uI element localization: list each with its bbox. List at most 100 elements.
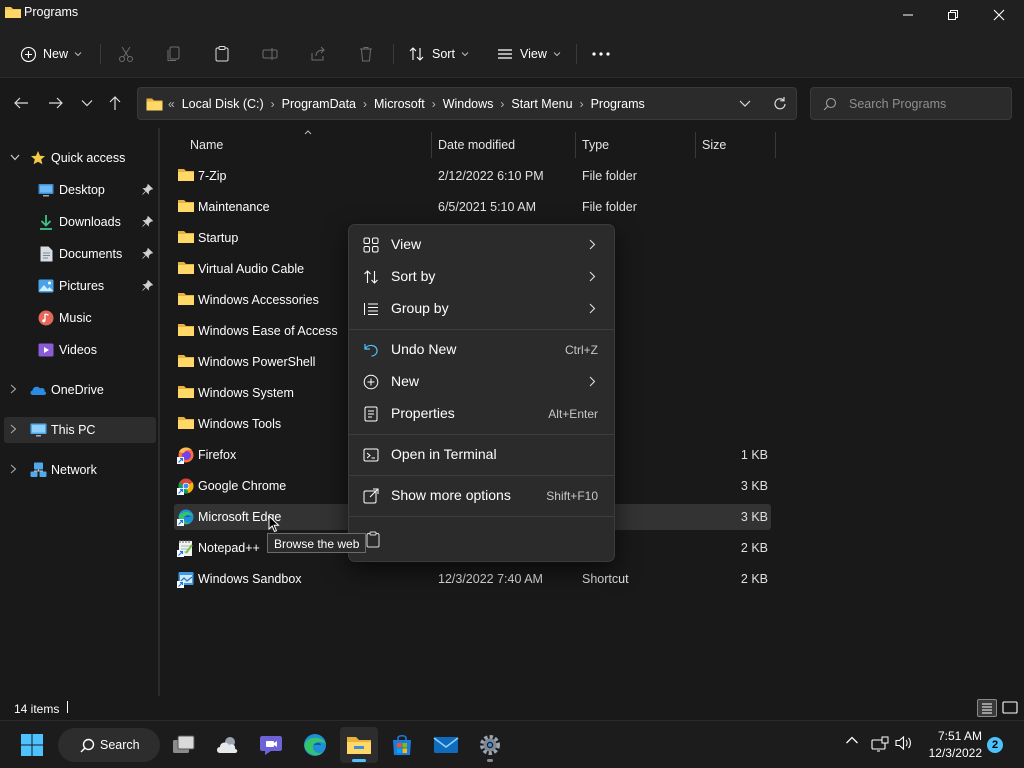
store-taskbar-button[interactable] xyxy=(383,727,421,763)
terminal-icon xyxy=(363,447,379,463)
chevron-right-icon[interactable]: › xyxy=(432,97,436,111)
menu-item-properties[interactable]: Properties Alt+Enter xyxy=(353,399,610,429)
menu-item-label: Sort by xyxy=(391,268,436,284)
sidebar-item-videos[interactable]: Videos xyxy=(4,337,156,363)
file-row[interactable]: Maintenance 6/5/2021 5:10 AM File folder xyxy=(174,194,771,220)
sidebar-item-desktop[interactable]: Desktop xyxy=(4,177,156,203)
file-date: 2/12/2022 6:10 PM xyxy=(438,169,544,183)
sidebar-item-documents[interactable]: Documents xyxy=(4,241,156,267)
chevron-right-icon[interactable] xyxy=(10,464,17,474)
chevron-down-icon[interactable] xyxy=(10,154,20,161)
ellipsis-icon xyxy=(591,51,611,57)
paste-button[interactable] xyxy=(213,38,231,70)
sidebar-item-this-pc[interactable]: This PC xyxy=(4,417,156,443)
back-button[interactable] xyxy=(10,92,32,114)
breadcrumb-item[interactable]: Microsoft xyxy=(374,97,425,111)
refresh-icon[interactable] xyxy=(772,96,788,112)
menu-item-view[interactable]: View xyxy=(353,230,610,260)
clock-date[interactable]: 12/3/2022 xyxy=(912,746,982,760)
file-date: 6/5/2021 5:10 AM xyxy=(438,200,536,214)
chevron-right-icon[interactable]: › xyxy=(363,97,367,111)
details-view-button[interactable] xyxy=(977,699,997,717)
rename-button[interactable] xyxy=(261,38,279,70)
forward-button[interactable] xyxy=(45,92,67,114)
cut-button[interactable] xyxy=(117,38,135,70)
recent-locations-button[interactable] xyxy=(76,92,98,114)
menu-item-show-more-options[interactable]: Show more options Shift+F10 xyxy=(353,481,610,511)
sidebar-item-quick-access[interactable]: Quick access xyxy=(4,145,156,171)
taskbar-search-button[interactable]: Search xyxy=(58,728,160,762)
breadcrumb-item[interactable]: ProgramData xyxy=(282,97,356,111)
menu-item-new[interactable]: New xyxy=(353,367,610,397)
new-button-label: New xyxy=(43,47,69,61)
start-button[interactable] xyxy=(13,727,51,763)
column-header-type[interactable]: Type xyxy=(582,138,609,152)
edge-taskbar-button[interactable] xyxy=(296,727,334,763)
breadcrumb-item[interactable]: Start Menu xyxy=(511,97,572,111)
menu-item-open-in-terminal[interactable]: Open in Terminal xyxy=(353,440,610,470)
menu-item-label: View xyxy=(391,236,422,252)
column-divider[interactable] xyxy=(431,132,432,158)
notification-badge[interactable]: 2 xyxy=(987,737,1003,753)
settings-taskbar-button[interactable] xyxy=(471,727,509,763)
sidebar-item-onedrive[interactable]: OneDrive xyxy=(4,377,156,403)
sort-button[interactable]: Sort xyxy=(408,38,469,70)
column-divider[interactable] xyxy=(695,132,696,158)
column-header-name[interactable]: Name xyxy=(190,138,223,152)
chevron-right-icon[interactable] xyxy=(10,424,17,434)
new-button[interactable]: New xyxy=(20,38,82,70)
column-divider[interactable] xyxy=(775,132,776,158)
address-history-chevron-icon[interactable] xyxy=(739,98,751,108)
overflow-chevron-icon[interactable]: « xyxy=(168,97,175,111)
copy-button[interactable] xyxy=(165,38,183,70)
breadcrumb-item[interactable]: Windows xyxy=(443,97,494,111)
volume-icon[interactable] xyxy=(895,735,913,751)
minimize-button[interactable] xyxy=(885,0,931,30)
sidebar-item-label: Quick access xyxy=(51,151,126,165)
network-status-icon[interactable] xyxy=(871,736,889,752)
address-bar[interactable]: « Local Disk (C:) › ProgramData › Micros… xyxy=(137,87,797,120)
column-header-size[interactable]: Size xyxy=(702,138,726,152)
sidebar-item-pictures[interactable]: Pictures xyxy=(4,273,156,299)
sidebar-item-network[interactable]: Network xyxy=(4,457,156,483)
clock-time[interactable]: 7:51 AM xyxy=(922,729,982,743)
sidebar-item-music[interactable]: Music xyxy=(4,305,156,331)
sidebar-item-downloads[interactable]: Downloads xyxy=(4,209,156,235)
more-options-button[interactable] xyxy=(591,38,611,70)
search-box[interactable] xyxy=(810,87,1012,120)
column-header-date[interactable]: Date modified xyxy=(438,138,515,152)
title-bar: Programs xyxy=(0,0,1024,30)
restore-button[interactable] xyxy=(930,0,976,30)
edge-icon xyxy=(177,508,195,526)
chevron-right-icon[interactable]: › xyxy=(271,97,275,111)
show-hidden-icons-chevron-icon[interactable] xyxy=(845,735,859,745)
large-icons-view-button[interactable] xyxy=(1000,699,1020,717)
navigation-pane: Quick access Desktop Downloads Documents… xyxy=(0,128,158,696)
view-button[interactable]: View xyxy=(496,38,561,70)
share-button[interactable] xyxy=(309,38,327,70)
column-divider[interactable] xyxy=(575,132,576,158)
close-button[interactable] xyxy=(976,0,1022,30)
breadcrumb-item[interactable]: Programs xyxy=(591,97,645,111)
menu-item-group-by[interactable]: Group by xyxy=(353,294,610,324)
chevron-right-icon[interactable]: › xyxy=(500,97,504,111)
command-separator xyxy=(100,44,101,64)
up-button[interactable] xyxy=(104,92,126,114)
file-explorer-taskbar-button[interactable] xyxy=(340,727,378,763)
task-view-button[interactable] xyxy=(165,727,203,763)
delete-button[interactable] xyxy=(357,38,375,70)
folder-icon xyxy=(177,198,195,216)
mail-taskbar-button[interactable] xyxy=(427,727,465,763)
chevron-right-icon[interactable]: › xyxy=(580,97,584,111)
menu-item-sort-by[interactable]: Sort by xyxy=(353,262,610,292)
running-indicator xyxy=(352,759,366,762)
file-row[interactable]: Windows Sandbox 12/3/2022 7:40 AM Shortc… xyxy=(174,566,771,592)
search-input[interactable] xyxy=(849,96,999,112)
widgets-button[interactable] xyxy=(209,727,247,763)
sort-ascending-icon xyxy=(304,130,312,135)
chevron-right-icon[interactable] xyxy=(10,384,17,394)
menu-item-undo-new[interactable]: Undo New Ctrl+Z xyxy=(353,335,610,365)
breadcrumb-item[interactable]: Local Disk (C:) xyxy=(182,97,264,111)
file-row[interactable]: 7-Zip 2/12/2022 6:10 PM File folder xyxy=(174,163,771,189)
teams-chat-button[interactable] xyxy=(252,727,290,763)
